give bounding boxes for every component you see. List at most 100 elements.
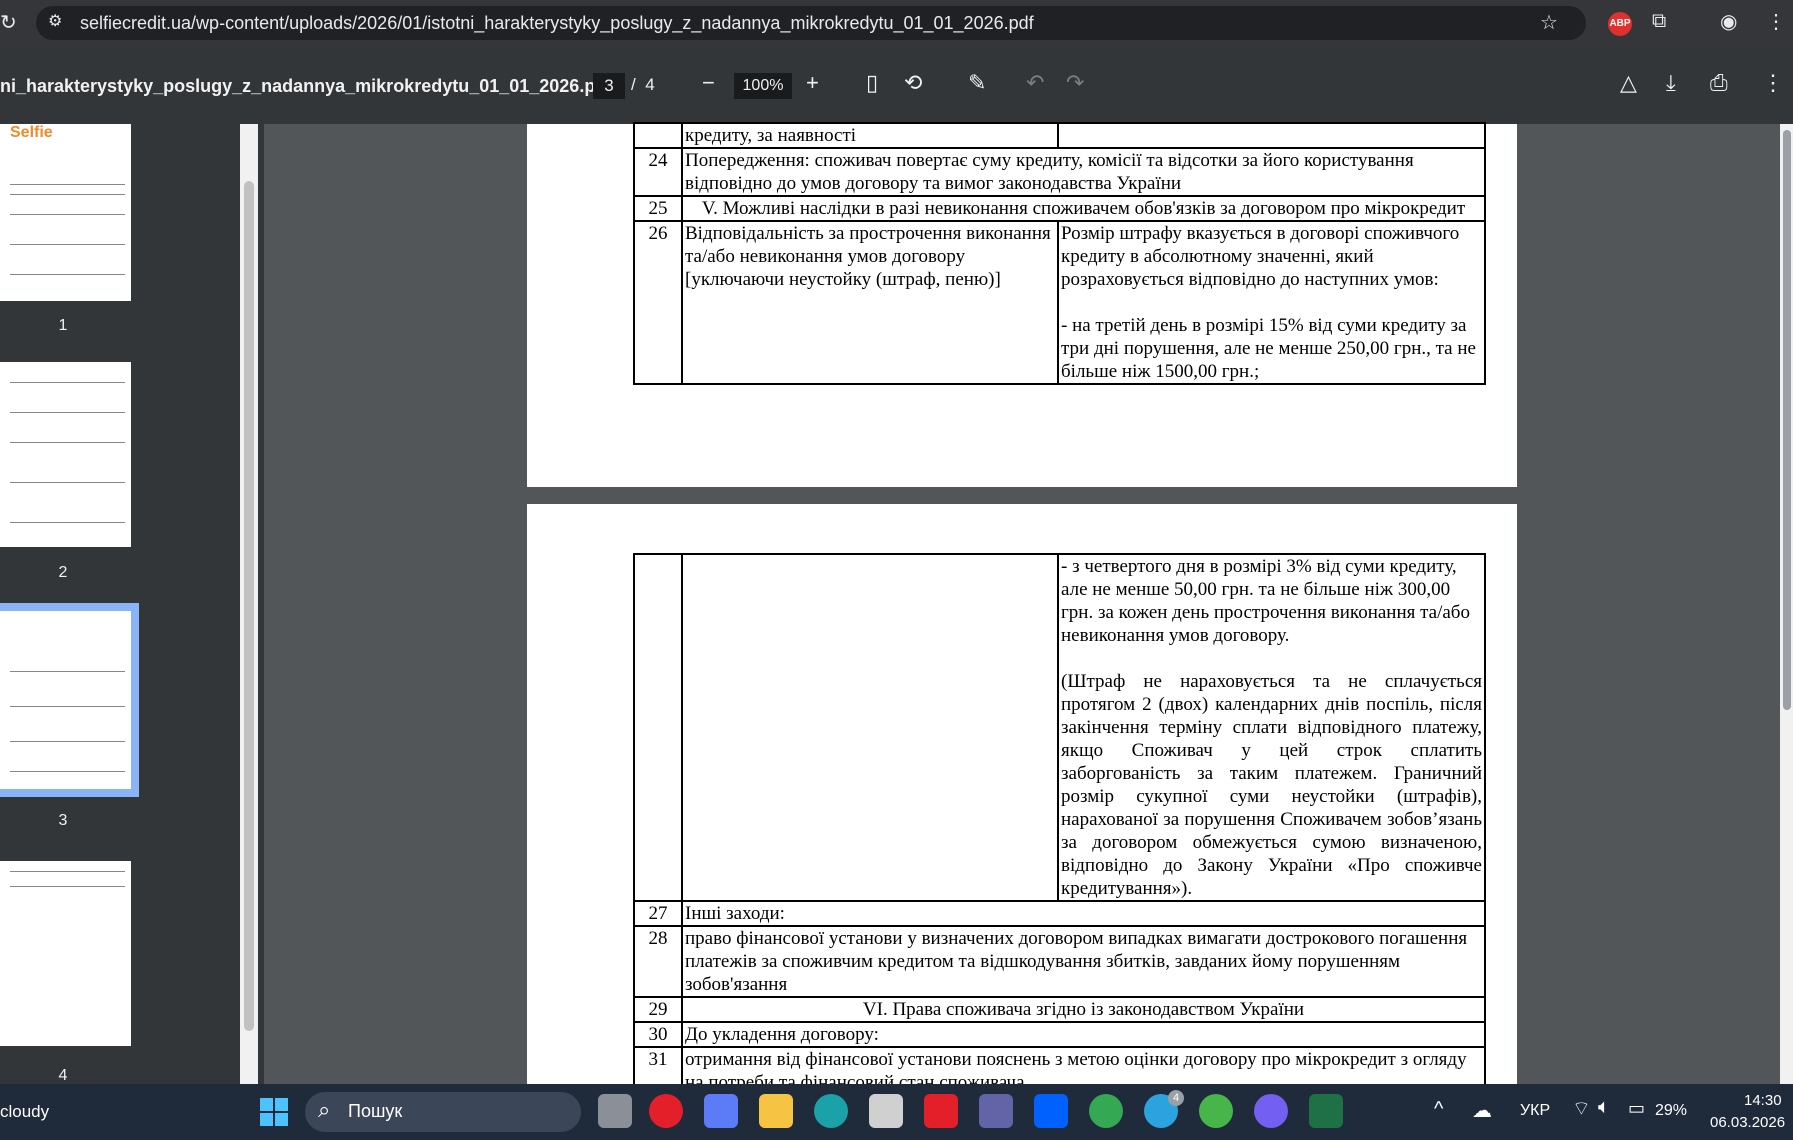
thumbnail-page-1[interactable]: Selfie xyxy=(0,124,131,301)
taskbar-search-label: Пошук xyxy=(348,1101,403,1121)
utorrent-icon[interactable] xyxy=(1199,1094,1233,1128)
file-explorer-icon[interactable] xyxy=(759,1094,793,1128)
section-heading: VI. Права споживача згідно із законодавс… xyxy=(681,996,1486,1023)
fit-page-icon[interactable]: ▯ xyxy=(866,70,878,96)
site-info-icon[interactable]: ⚙ xyxy=(48,11,62,31)
add-note-icon[interactable]: △ xyxy=(1620,70,1637,96)
thumbnail-label: 3 xyxy=(58,812,68,829)
page3-table: кредиту, за наявності 24 Попередження: с… xyxy=(633,122,1486,385)
edge-icon[interactable] xyxy=(814,1094,848,1128)
opera-icon[interactable] xyxy=(649,1094,683,1128)
clock-time[interactable]: 14:30 xyxy=(1744,1092,1782,1109)
teams-icon[interactable] xyxy=(979,1094,1013,1128)
viber-icon[interactable] xyxy=(1254,1094,1288,1128)
table-row: - з четвертого дня в розмірі 3% від суми… xyxy=(633,553,1486,902)
total-pages: 4 xyxy=(645,75,655,94)
sidebar-scrollbar-thumb[interactable] xyxy=(244,181,254,1031)
adblock-icon[interactable]: ABP xyxy=(1608,12,1632,36)
excel-icon[interactable] xyxy=(1309,1094,1343,1128)
zoom-input[interactable]: 100% xyxy=(734,73,792,99)
fine-description: Розмір штрафу вказується в договорі спож… xyxy=(1061,223,1460,290)
copilot-icon[interactable] xyxy=(704,1094,738,1128)
row-number: 30 xyxy=(633,1021,683,1048)
search-icon: ⌕ xyxy=(318,1097,331,1122)
thumbnail-sidebar: Selfie 1 2 3 4 xyxy=(0,124,264,1084)
fine-fourth-day: - з четвертого дня в розмірі 3% від суми… xyxy=(1061,556,1470,646)
extensions-icon[interactable]: ⧉ xyxy=(1652,10,1666,33)
telegram-badge: 4 xyxy=(1168,1090,1184,1106)
store-icon[interactable] xyxy=(869,1094,903,1128)
windows-start-icon[interactable] xyxy=(260,1098,288,1126)
page4-table: - з четвертого дня в розмірі 3% від суми… xyxy=(633,553,1486,1096)
row-number: 24 xyxy=(633,147,683,197)
app-l-icon[interactable] xyxy=(924,1094,958,1128)
row-text: право фінансової установи у визначених д… xyxy=(681,925,1486,998)
fine-third-day: - на третій день в розмірі 15% від суми … xyxy=(1061,315,1476,382)
browser-menu-icon[interactable]: ⋮ xyxy=(1766,9,1786,34)
pdf-toolbar: ni_harakterystyky_poslugy_z_nadannya_mik… xyxy=(0,48,1793,124)
zoom-in-icon[interactable]: + xyxy=(806,70,819,96)
task-view-icon[interactable] xyxy=(598,1094,632,1128)
print-icon[interactable]: ⎙ xyxy=(1710,70,1728,96)
selfie-logo: Selfie xyxy=(10,124,53,141)
more-options-icon[interactable]: ⋮ xyxy=(1762,70,1784,96)
thumbnail-label: 1 xyxy=(58,317,68,334)
table-row: 26 Відповідальність за прострочення вико… xyxy=(633,220,1486,385)
clock-date[interactable]: 06.03.2026 xyxy=(1710,1114,1785,1131)
volume-icon[interactable]: 🔈︎ xyxy=(1598,1096,1610,1119)
taskbar-search[interactable] xyxy=(305,1092,581,1132)
row-number: 29 xyxy=(633,996,683,1023)
thumbnail-page-4[interactable] xyxy=(0,861,131,1046)
zoom-out-icon[interactable]: − xyxy=(702,70,715,96)
reload-icon[interactable]: ↻ xyxy=(0,10,17,35)
table-row: 30 До укладення договору: xyxy=(633,1021,1486,1048)
table-row: 27 Інші заходи: xyxy=(633,900,1486,927)
tray-chevron-icon[interactable]: ^ xyxy=(1434,1098,1443,1121)
browser-address-bar: ↻ ⚙ selfiecredit.ua/wp-content/uploads/2… xyxy=(0,0,1793,48)
table-row: кредиту, за наявності xyxy=(633,122,1486,149)
row-text: Інші заходи: xyxy=(681,900,1486,927)
table-row: 25 V. Можливі наслідки в разі невиконанн… xyxy=(633,195,1486,222)
row-23-text: кредиту, за наявності xyxy=(681,122,1059,149)
thumbnail-page-2[interactable] xyxy=(0,362,131,547)
row-value: Розмір штрафу вказується в договорі спож… xyxy=(1057,220,1486,385)
profile-icon[interactable]: ◉ xyxy=(1720,9,1737,34)
battery-icon[interactable]: ▭ xyxy=(1628,1098,1645,1119)
download-icon[interactable]: ⤓ xyxy=(1666,70,1676,96)
pdf-file-title: ni_harakterystyky_poslugy_z_nadannya_mik… xyxy=(0,76,613,96)
page-separator: / xyxy=(631,75,636,94)
row-value: - з четвертого дня в розмірі 3% від суми… xyxy=(1057,553,1486,902)
rotate-icon[interactable]: ⟲ xyxy=(904,70,922,96)
row-text: До укладення договору: xyxy=(681,1021,1486,1048)
chrome-icon[interactable] xyxy=(1089,1094,1123,1128)
dropbox-icon[interactable] xyxy=(1034,1094,1068,1128)
row-number: 25 xyxy=(633,195,683,222)
document-scrollbar-thumb[interactable] xyxy=(1783,130,1791,710)
redo-icon[interactable]: ↷ xyxy=(1066,70,1084,96)
section-heading: V. Можливі наслідки в разі невиконання с… xyxy=(681,195,1486,222)
language-indicator[interactable]: УКР xyxy=(1520,1102,1550,1120)
fine-exemption: (Штраф не нараховується та не сплачуєтьс… xyxy=(1061,671,1482,899)
draw-icon[interactable]: ✎ xyxy=(968,70,986,96)
row-text: Попередження: споживач повертає суму кре… xyxy=(681,147,1486,197)
table-row: 28 право фінансової установи у визначени… xyxy=(633,925,1486,998)
table-row: 29 VI. Права споживача згідно із законод… xyxy=(633,996,1486,1023)
battery-percent: 29% xyxy=(1655,1102,1688,1119)
row-label: Відповідальність за прострочення виконан… xyxy=(681,220,1059,385)
row-number: 26 xyxy=(633,220,683,385)
page-number-input[interactable]: 3 xyxy=(593,73,625,99)
url-field[interactable]: ⚙ selfiecredit.ua/wp-content/uploads/202… xyxy=(36,6,1586,40)
url-text: selfiecredit.ua/wp-content/uploads/2026/… xyxy=(80,13,1034,33)
windows-taskbar: cloudy ⌕ Пошук 4 ^ ☁ УКР ⌔ 🔈︎ ▭ 29% 14:3… xyxy=(0,1084,1793,1140)
wifi-icon[interactable]: ⌔ xyxy=(1572,1096,1591,1121)
undo-icon[interactable]: ↶ xyxy=(1026,70,1044,96)
thumbnail-page-3[interactable] xyxy=(0,603,139,797)
bookmark-star-icon[interactable]: ☆ xyxy=(1540,10,1558,35)
row-number: 27 xyxy=(633,900,683,927)
thumbnail-label: 2 xyxy=(58,564,68,581)
row-number: 28 xyxy=(633,925,683,998)
onedrive-icon[interactable]: ☁ xyxy=(1472,1098,1492,1123)
thumbnail-label: 4 xyxy=(58,1067,68,1084)
page-count: / 4 xyxy=(631,75,655,95)
weather-widget[interactable]: cloudy xyxy=(0,1102,49,1122)
